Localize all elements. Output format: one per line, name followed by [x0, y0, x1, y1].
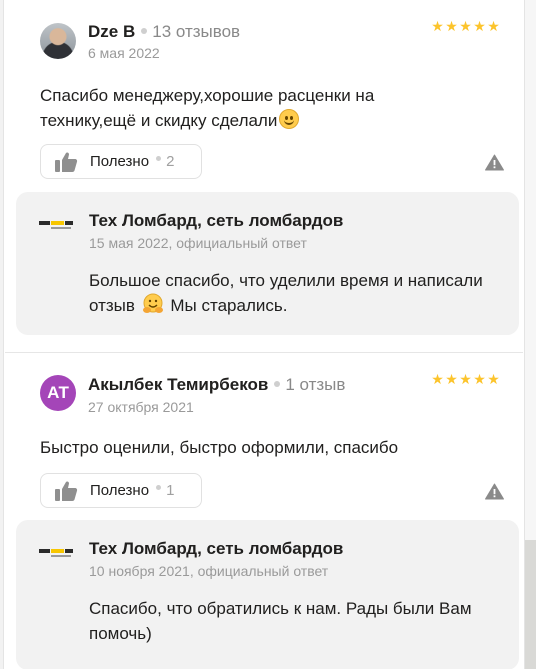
background-map-strip: [525, 540, 536, 669]
review-text-block: Спасибо менеджеру,хорошие расценки на те…: [40, 83, 470, 133]
separator-dot: [141, 28, 148, 34]
reviews-list: Dze B 13 отзывов 6 мая 2022 ★ ★ ★ ★ ★ Сп…: [5, 0, 523, 669]
warning-triangle-icon[interactable]: [485, 154, 504, 171]
reply-text: Спасибо, что обратились к нам. Рады были…: [89, 599, 472, 643]
org-name[interactable]: Тех Ломбард, сеть ломбардов: [89, 539, 343, 559]
reply-date: 10 ноября 2021, официальный ответ: [89, 563, 329, 579]
useful-count: 2: [166, 153, 175, 170]
review-card: АТ Акылбек Темирбеков 1 отзыв 27 октября…: [5, 352, 523, 669]
hugging-face-emoji-icon: [142, 293, 163, 313]
separator-dot: [274, 381, 281, 387]
star-icon: ★: [459, 371, 472, 387]
star-icon: ★: [445, 371, 458, 387]
reply-date: 15 мая 2022, официальный ответ: [89, 235, 307, 251]
author-line: Dze B 13 отзывов: [88, 22, 240, 42]
rating-stars: ★ ★ ★ ★ ★: [431, 18, 500, 34]
author-review-count: 1 отзыв: [285, 375, 346, 394]
author-avatar[interactable]: АТ: [40, 375, 76, 411]
review-date: 6 мая 2022: [88, 45, 160, 61]
author-avatar[interactable]: [40, 23, 76, 59]
thumbs-up-icon: [55, 152, 78, 172]
review-card: Dze B 13 отзывов 6 мая 2022 ★ ★ ★ ★ ★ Сп…: [5, 0, 523, 352]
author-review-count: 13 отзывов: [152, 22, 241, 41]
star-icon: ★: [473, 18, 486, 34]
star-icon: ★: [459, 18, 472, 34]
star-icon: ★: [473, 371, 486, 387]
review-text: Спасибо менеджеру,хорошие расценки на те…: [40, 86, 375, 130]
author-name[interactable]: Dze B: [88, 22, 135, 42]
warning-triangle-icon[interactable]: [485, 483, 504, 500]
review-date: 27 октября 2021: [88, 399, 194, 415]
useful-count: 1: [166, 482, 175, 499]
rating-stars: ★ ★ ★ ★ ★: [431, 371, 500, 387]
useful-label: Полезно: [90, 482, 150, 499]
thumbs-up-icon: [55, 481, 78, 501]
smiling-face-emoji-icon: [279, 109, 300, 129]
tech-lombard-logo: [39, 221, 73, 229]
left-edge: [0, 0, 4, 669]
review-text: Быстро оценили, быстро оформили, спасибо: [40, 438, 399, 457]
reply-text: Большое спасибо, что уделили время и нап…: [89, 268, 489, 318]
useful-label: Полезно: [90, 153, 150, 170]
star-icon: ★: [445, 18, 458, 34]
reply-text-part: Мы старались.: [170, 296, 288, 315]
star-icon: ★: [431, 18, 444, 34]
useful-button[interactable]: Полезно 2: [40, 144, 202, 179]
tech-lombard-logo: [39, 549, 73, 557]
star-icon: ★: [487, 371, 500, 387]
author-name[interactable]: Акылбек Темирбеков: [88, 375, 268, 395]
star-icon: ★: [431, 371, 444, 387]
star-icon: ★: [487, 18, 500, 34]
org-name[interactable]: Тех Ломбард, сеть ломбардов: [89, 211, 343, 231]
author-line: Акылбек Темирбеков 1 отзыв: [88, 375, 345, 395]
organization-reply: Тех Ломбард, сеть ломбардов 10 ноября 20…: [16, 520, 519, 669]
useful-button[interactable]: Полезно 1: [40, 473, 202, 508]
separator-dot: [156, 485, 162, 490]
right-scroll-edge[interactable]: [524, 0, 536, 669]
organization-reply: Тех Ломбард, сеть ломбардов 15 мая 2022,…: [16, 192, 519, 335]
separator-dot: [156, 156, 162, 161]
